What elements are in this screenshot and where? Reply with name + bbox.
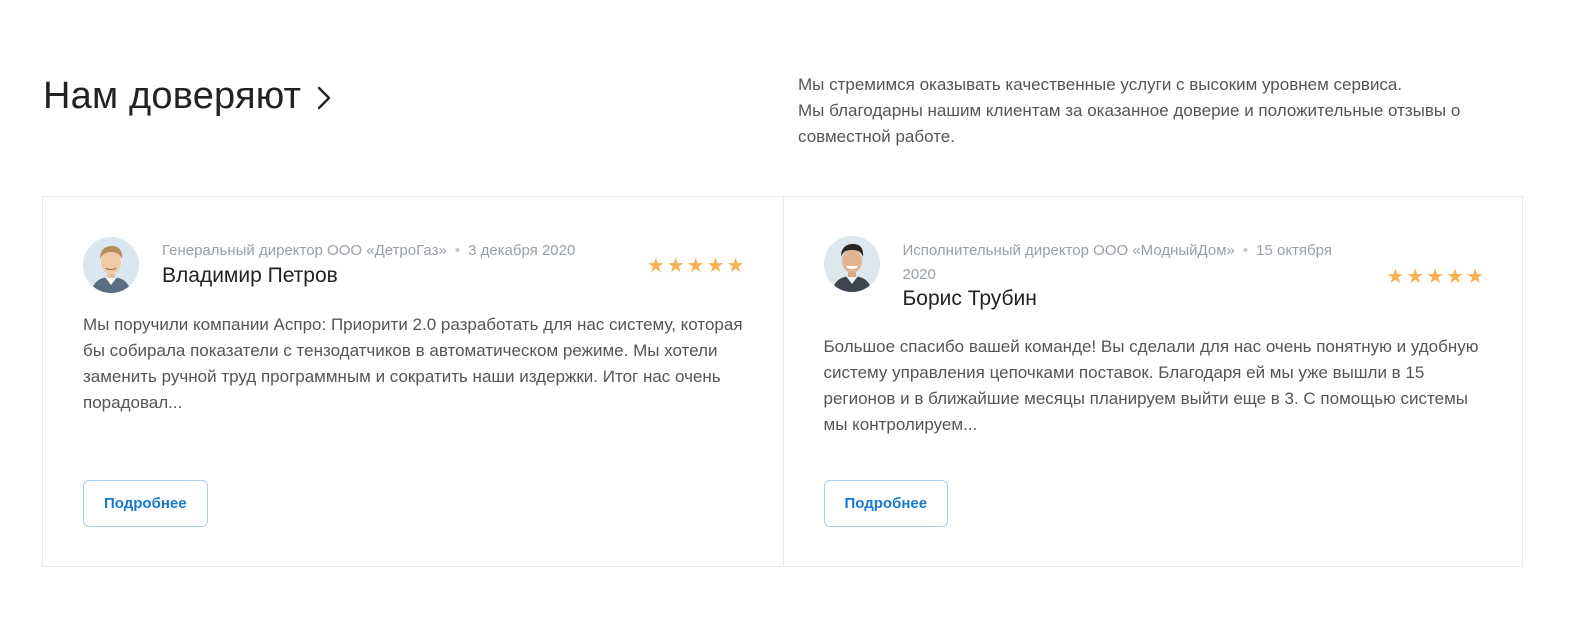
intro-line: Мы благодарны нашим клиентам за оказанно… [798, 101, 1461, 146]
read-more-button[interactable]: Подробнее [83, 480, 208, 527]
avatar [83, 237, 139, 293]
star-icon: ★ [1466, 264, 1484, 288]
review-card: Генеральный директор ООО «ДетроГаз» • 3 де… [43, 197, 783, 566]
author-position: Исполнительный директор ООО «МодныйДом» [902, 242, 1235, 259]
star-icon: ★ [706, 253, 725, 277]
star-icon: ★ [1406, 264, 1425, 288]
star-icon: ★ [1446, 264, 1465, 288]
review-card: Исполнительный директор ООО «МодныйДом» •… [782, 197, 1523, 566]
star-icon: ★ [1386, 264, 1405, 288]
author-name: Владимир Петров [162, 264, 338, 287]
separator-dot: • [1242, 242, 1249, 259]
reviews-list: Генеральный директор ООО «ДетроГаз» • 3 де… [42, 196, 1523, 567]
intro-line: Мы стремимся оказывать качественные услу… [798, 75, 1403, 94]
read-more-button[interactable]: Подробнее [823, 480, 949, 527]
review-meta: Исполнительный директор ООО «МодныйДом» •… [903, 239, 1343, 287]
author-position: Генеральный директор ООО «ДетроГаз» [162, 242, 447, 259]
review-date: 3 декабря 2020 [468, 242, 576, 259]
separator-dot: • [454, 242, 461, 259]
rating-stars: ★ ★ ★ ★ ★ [647, 255, 745, 275]
chevron-right-icon [315, 85, 333, 111]
reviews-section: Нам доверяют Мы стремимся оказывать каче… [0, 0, 1589, 642]
star-icon: ★ [666, 253, 685, 277]
review-text: Мы поручили компании Аспро: Приорити 2.0… [83, 315, 743, 412]
section-title: Нам доверяют [43, 75, 302, 117]
star-icon: ★ [1426, 264, 1445, 288]
avatar [823, 236, 880, 292]
rating-stars: ★ ★ ★ ★ ★ [1386, 266, 1484, 286]
section-intro: Мы стремимся оказывать качественные услу… [798, 72, 1528, 150]
author-name: Борис Трубин [902, 287, 1037, 310]
review-meta: Генеральный директор ООО «ДетроГаз» • 3 де… [162, 239, 602, 263]
star-icon: ★ [646, 253, 665, 277]
section-title-link[interactable]: Нам доверяют [43, 74, 333, 118]
review-text: Большое спасибо вашей команде! Вы сделал… [823, 337, 1479, 434]
star-icon: ★ [686, 253, 705, 277]
star-icon: ★ [726, 253, 745, 277]
